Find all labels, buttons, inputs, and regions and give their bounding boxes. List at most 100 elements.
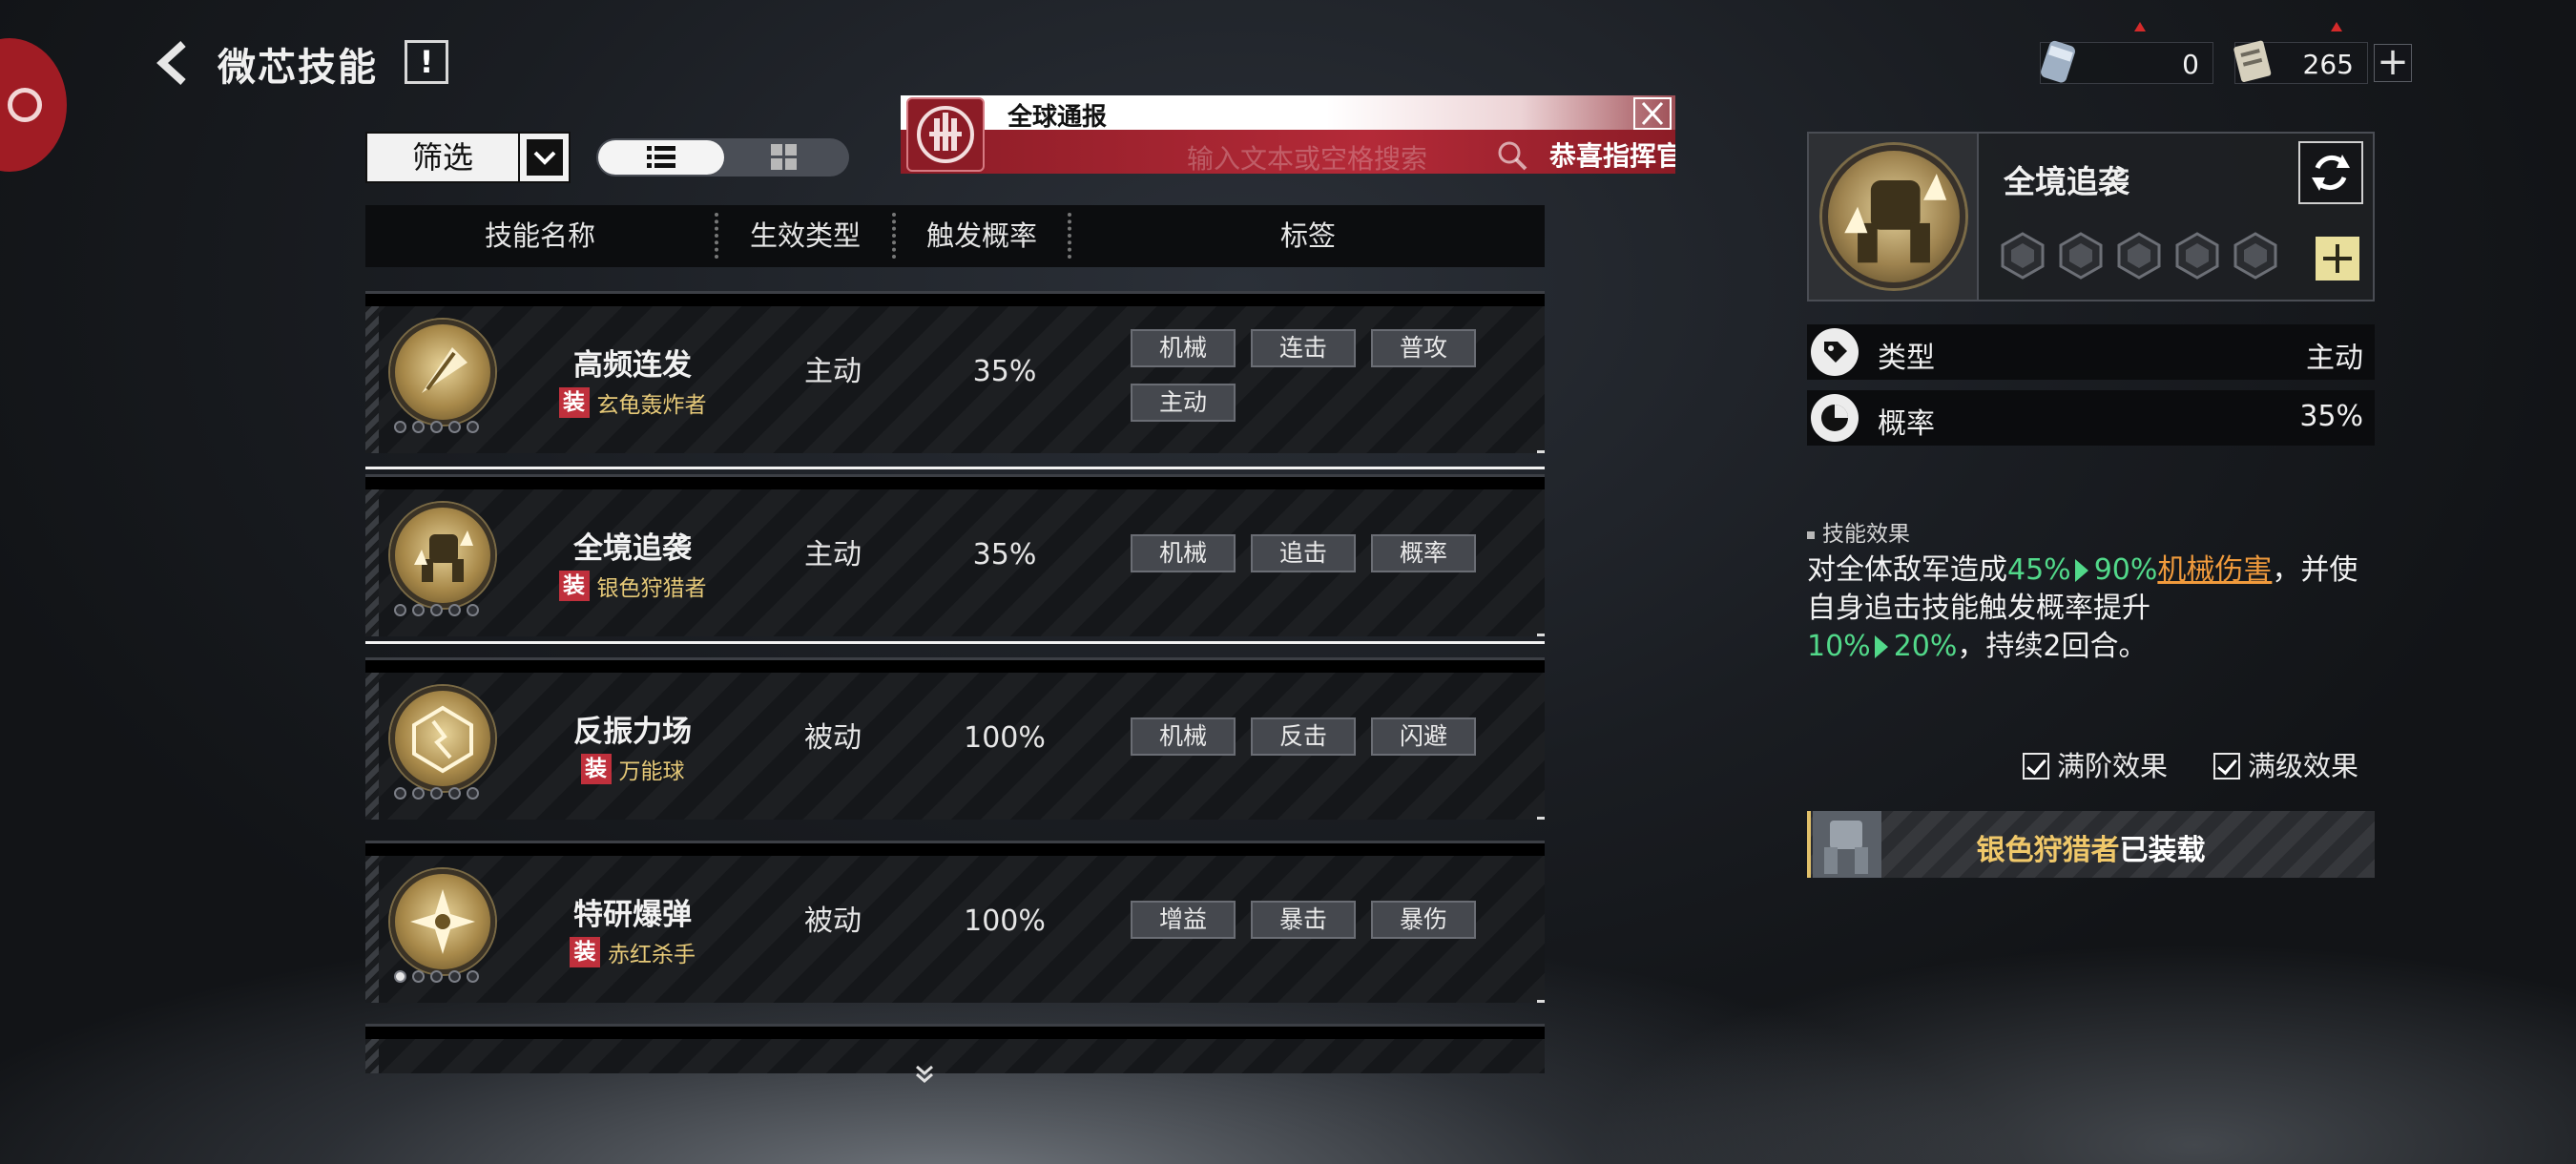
skill-name: 高频连发 [573, 348, 692, 383]
skill-tag: 闪避 [1371, 717, 1476, 756]
upgrade-arrow-icon [2074, 559, 2088, 582]
broadcast-message: 恭喜指挥官 [1549, 140, 1675, 172]
add-currency-button[interactable]: + [2374, 43, 2412, 82]
row-strip [365, 856, 379, 1003]
bomb-icon [390, 869, 495, 974]
full-level-checkbox[interactable]: 满级效果 [2213, 744, 2358, 784]
tag-icon [1811, 328, 1859, 376]
checkbox-icon [2023, 753, 2049, 779]
close-icon[interactable] [1633, 97, 1672, 130]
checkbox-label: 满级效果 [2248, 750, 2359, 782]
effect-type: 被动 [804, 721, 862, 755]
effect-text: ，持续2回合。 [1957, 630, 2148, 663]
effect-type: 被动 [804, 904, 862, 938]
effect-value: 45% [2007, 553, 2071, 587]
grid-view-button[interactable] [721, 140, 847, 175]
skill-name: 反振力场 [573, 715, 692, 749]
damage-type-link[interactable]: 机械伤害 [2157, 553, 2272, 587]
effect-type: 主动 [804, 355, 862, 388]
skill-table-header: 技能名称 生效类型 触发概率 标签 [365, 205, 1545, 267]
skill-list[interactable]: 高频连发 装玄龟轰炸者 主动 35% 机械 连击 普攻 主动 全境追袭 装 银色… [365, 291, 1545, 1073]
search-icon [1498, 141, 1527, 171]
skill-tag: 增益 [1131, 901, 1236, 939]
info-button[interactable]: ! [405, 40, 448, 84]
filter-label: 筛选 [367, 134, 520, 181]
header-skill-name[interactable]: 技能名称 [365, 205, 715, 267]
equipped-status-bar[interactable]: 银色狩猎者已装载 [1807, 811, 2375, 878]
back-arrow-icon[interactable] [151, 38, 197, 88]
star-rating [394, 785, 493, 800]
row-corner-mark [1537, 1000, 1545, 1003]
detail-icon-frame [1809, 134, 1979, 300]
currency-value: 265 [2302, 49, 2354, 80]
skill-row[interactable] [365, 1024, 1545, 1073]
currency-chip[interactable]: 265 [2233, 22, 2368, 84]
crosshair-plus-icon [2323, 244, 2352, 273]
page-title: 微芯技能 [218, 46, 378, 90]
probability-icon [1811, 394, 1859, 442]
skill-tag: 普攻 [1371, 329, 1476, 367]
effect-value: 90% [2093, 553, 2158, 587]
row-strip [365, 673, 379, 820]
effect-heading-text: 技能效果 [1822, 522, 1910, 547]
star-rating [394, 968, 493, 983]
broadcast-title: 全球通报 [1008, 103, 1108, 132]
equipped-text: 银色狩猎者已装载 [1807, 826, 2375, 868]
owner-name: 万能球 [618, 759, 685, 784]
currency-value: 0 [2182, 49, 2199, 80]
equipped-by: 装万能球 [509, 753, 757, 785]
effect-description: 对全体敌军造成45% 90%机械伤害，并使自身追击技能触发概率提升 10% 20%，持… [1807, 551, 2379, 666]
hex-slot-icon [2001, 232, 2045, 280]
list-view-button[interactable] [598, 140, 724, 175]
global-broadcast-banner[interactable]: 全球通报 输入文本或空格搜索 恭喜指挥官 [901, 95, 1675, 174]
star-rating [394, 419, 493, 433]
filter-dropdown[interactable]: 筛选 [365, 132, 571, 183]
skill-row-selected[interactable]: 全境追袭 装银色狩猎者 主动 35% 机械 追击 概率 [365, 467, 1545, 644]
skill-tag: 机械 [1131, 717, 1236, 756]
side-menu-tab[interactable] [0, 38, 67, 172]
header-trigger-rate[interactable]: 触发概率 [896, 205, 1068, 267]
force-field-icon [390, 686, 495, 791]
skill-row[interactable]: 高频连发 装玄龟轰炸者 主动 35% 机械 连击 普攻 主动 [365, 291, 1545, 453]
checkbox-icon [2213, 753, 2240, 779]
skill-row[interactable]: 反振力场 装万能球 被动 100% 机械 反击 闪避 [365, 657, 1545, 820]
skill-tag: 反击 [1251, 717, 1356, 756]
search-placeholder: 输入文本或空格搜索 [1187, 143, 1428, 174]
header-tags: 标签 [1279, 219, 1336, 252]
grid-icon [771, 144, 797, 170]
equip-badge: 装 [558, 387, 590, 418]
upgrade-arrow-icon [1874, 635, 1888, 658]
view-mode-toggle [596, 138, 849, 177]
checkbox-label: 满阶效果 [2057, 750, 2169, 782]
skill-tag: 暴击 [1251, 901, 1356, 939]
attr-value: 35% [2299, 400, 2363, 433]
controller-icon [8, 88, 42, 122]
equipped-suffix: 已装载 [2119, 834, 2206, 867]
mech-icon [1822, 145, 1965, 288]
skill-tag: 暴伤 [1371, 901, 1476, 939]
upgrade-button[interactable] [2316, 237, 2359, 281]
trigger-rate: 100% [964, 721, 1046, 755]
chip-card-icon [2233, 40, 2272, 82]
hex-slot-icon [2059, 232, 2103, 280]
trigger-rate: 35% [972, 355, 1037, 388]
skill-row[interactable]: 特研爆弹 装赤红杀手 被动 100% 增益 暴击 暴伤 [365, 841, 1545, 1003]
upgrade-slots [2000, 231, 2286, 284]
equip-badge: 装 [570, 937, 600, 967]
equipped-by: 装玄龟轰炸者 [509, 386, 757, 419]
refresh-icon [2312, 155, 2350, 191]
full-tier-checkbox[interactable]: 满阶效果 [2023, 744, 2168, 784]
effect-text: 对全体敌军造成 [1807, 553, 2007, 587]
notify-dot [2134, 22, 2146, 31]
row-strip [365, 1039, 379, 1073]
detail-skill-name: 全境追袭 [2004, 163, 2129, 200]
refresh-button[interactable] [2298, 141, 2363, 204]
effect-heading: 技能效果 [1807, 515, 1910, 548]
effect-value: 20% [1893, 630, 1958, 663]
skill-tag: 机械 [1131, 329, 1236, 367]
currency-canister[interactable]: 0 [2040, 22, 2213, 84]
effect-value: 10% [1807, 630, 1871, 663]
row-strip [365, 306, 379, 453]
scroll-down-icon[interactable] [913, 1063, 936, 1086]
header-effect-type[interactable]: 生效类型 [718, 205, 892, 267]
